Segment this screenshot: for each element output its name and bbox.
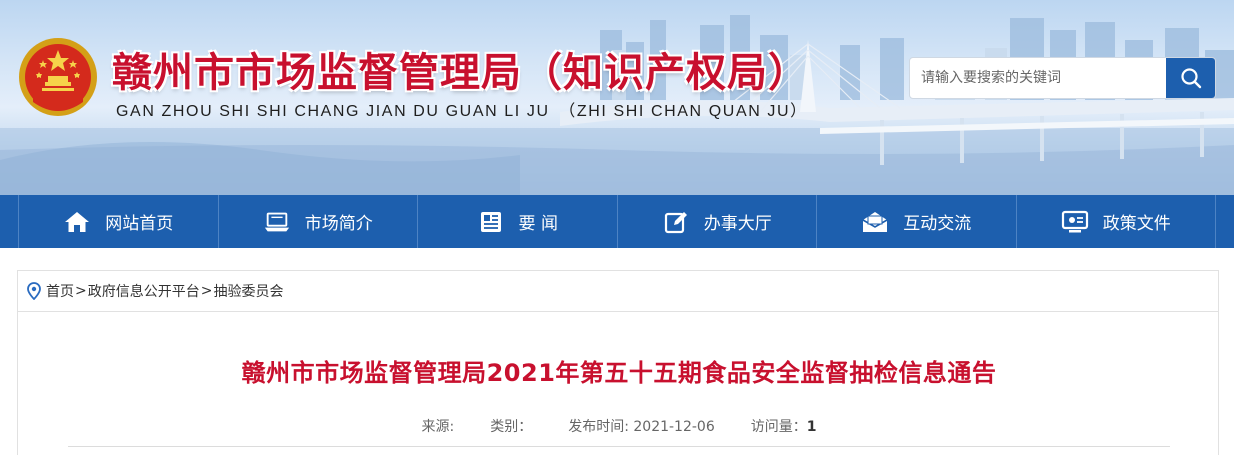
news-icon: [477, 208, 505, 236]
meta-category: 类别：: [490, 416, 532, 436]
nav-item-label: 要 闻: [518, 214, 558, 234]
nav-item-label: 政策文件: [1102, 214, 1171, 234]
meta-source: 来源:: [421, 416, 454, 436]
article-panel: 首页 > 政府信息公开平台 > 抽验委员会 赣州市市场监督管理局2021年第五十…: [17, 270, 1219, 455]
breadcrumb-committee-link[interactable]: 抽验委员会: [213, 281, 283, 301]
meta-views-label: 访问量：: [750, 419, 807, 435]
meta-views-count: 1: [806, 419, 817, 435]
nav-item-label: 办事大厅: [703, 214, 772, 234]
nav-item-intro[interactable]: 市场简介: [219, 195, 418, 248]
breadcrumb-separator: >: [200, 283, 213, 299]
breadcrumb: 首页 > 政府信息公开平台 > 抽验委员会: [18, 271, 1218, 312]
site-subtitle: GAN ZHOU SHI SHI CHANG JIAN DU GUAN LI J…: [116, 103, 808, 120]
nav-item-label: 市场简介: [304, 214, 373, 234]
nav-item-news[interactable]: 要 闻: [418, 195, 618, 248]
article-meta: 来源: 类别： 发布时间: 2021-12-06 访问量：1: [18, 416, 1220, 436]
meta-source-label: 来源:: [421, 419, 455, 435]
nav-item-interaction[interactable]: 互动交流: [817, 195, 1017, 248]
search-button[interactable]: [1166, 58, 1215, 98]
breadcrumb-platform-link[interactable]: 政府信息公开平台: [88, 281, 200, 301]
mail-icon: [861, 208, 889, 236]
meta-publish-label: 发布时间:: [568, 419, 629, 435]
meta-views: 访问量：1: [751, 416, 817, 436]
header-banner: 赣州市市场监督管理局（知识产权局） GAN ZHOU SHI SHI CHANG…: [0, 0, 1234, 195]
nav-item-policy[interactable]: 政策文件: [1017, 195, 1216, 248]
search-input[interactable]: [910, 58, 1168, 98]
article-title: 赣州市市场监督管理局2021年第五十五期食品安全监督抽检信息通告: [241, 359, 997, 387]
edit-icon: [662, 208, 690, 236]
site-title: 赣州市市场监督管理局（知识产权局）: [112, 49, 809, 96]
nav-item-label: 网站首页: [105, 214, 174, 234]
nav-item-home[interactable]: 网站首页: [18, 195, 219, 248]
location-pin-icon: [27, 282, 41, 300]
meta-publish-date: 2021-12-06: [633, 419, 715, 435]
breadcrumb-separator: >: [75, 283, 87, 299]
meta-divider: [68, 446, 1170, 447]
meta-publish-time: 发布时间: 2021-12-06: [568, 416, 715, 436]
nav-item-services[interactable]: 办事大厅: [618, 195, 817, 248]
main-nav: 网站首页 市场简介 要 闻 办事大厅 互动交流 政策文件: [0, 195, 1234, 248]
home-icon: [63, 208, 91, 236]
search-box: [909, 57, 1216, 99]
national-emblem-icon: [17, 36, 99, 118]
breadcrumb-home-link[interactable]: 首页: [46, 281, 74, 301]
search-icon: [1180, 68, 1201, 89]
monitor-icon: [1061, 208, 1089, 236]
meta-category-label: 类别：: [490, 419, 533, 435]
laptop-icon: [263, 208, 291, 236]
nav-item-label: 互动交流: [903, 214, 972, 234]
